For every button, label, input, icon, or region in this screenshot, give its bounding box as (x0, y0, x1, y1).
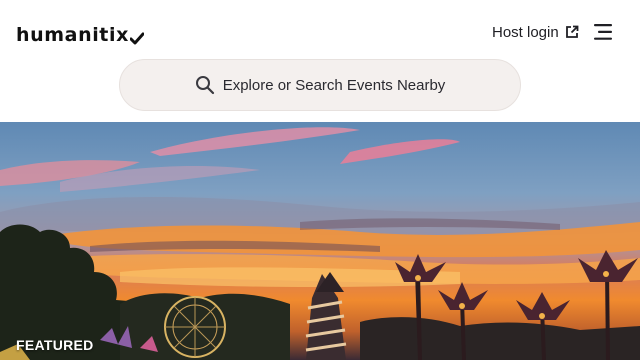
host-login-label: Host login (492, 23, 559, 41)
humanitix-logo[interactable]: HUMANITIX (16, 22, 144, 48)
top-navigation-bar: HUMANITIX Host login Explore or Search E… (0, 0, 640, 122)
featured-hero-image[interactable]: FEATURED (0, 122, 640, 360)
search-placeholder: Explore or Search Events Nearby (222, 76, 446, 94)
host-login-link[interactable]: Host login (492, 22, 579, 42)
search-bar[interactable]: Explore or Search Events Nearby (119, 59, 521, 111)
hamburger-menu-button[interactable] (592, 21, 616, 43)
logo-wordmark: HUMANITIX (16, 23, 129, 46)
hamburger-menu-icon (594, 24, 612, 40)
featured-label: FEATURED (16, 337, 94, 353)
festival-sunset-photo (0, 122, 640, 360)
logo-tick-icon (129, 32, 144, 45)
search-icon (195, 76, 214, 95)
external-link-icon (565, 25, 579, 38)
